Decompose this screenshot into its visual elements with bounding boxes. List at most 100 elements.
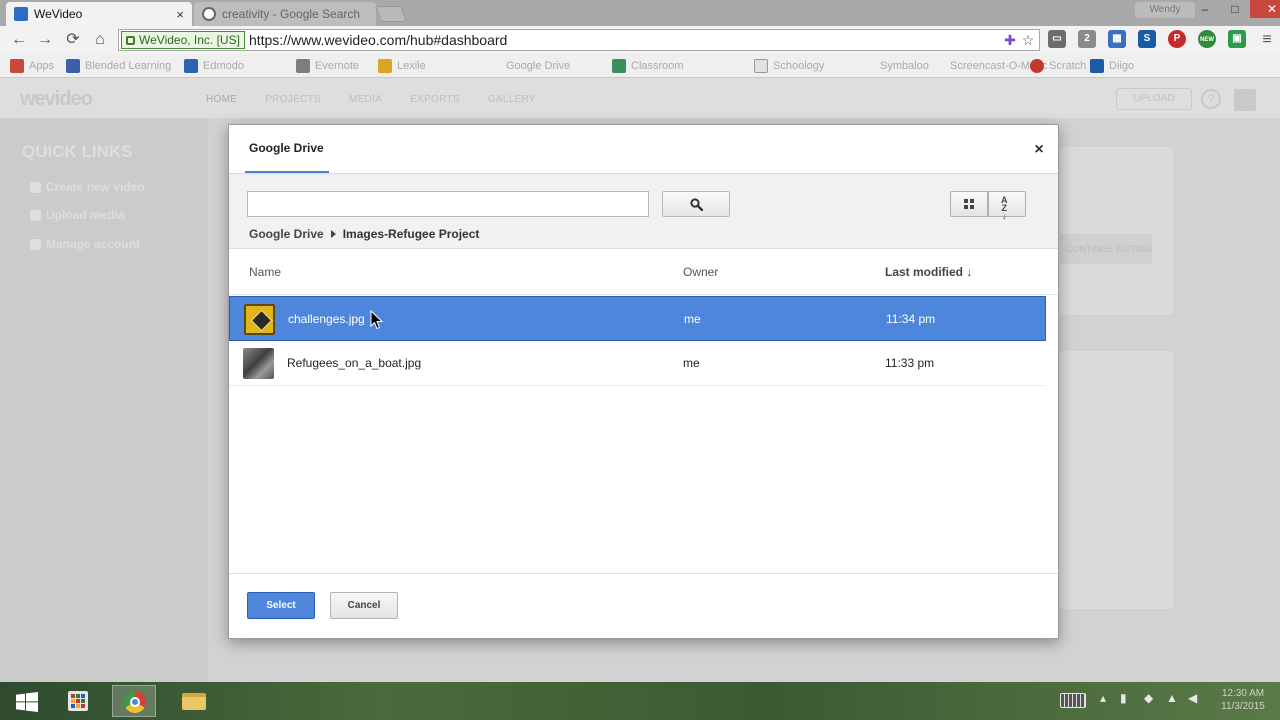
bookmark-item[interactable]: Classroom bbox=[612, 59, 684, 73]
tab-title: creativity - Google Search bbox=[222, 7, 361, 21]
bookmark-item[interactable]: Evernote bbox=[296, 59, 359, 73]
bookmark-item[interactable]: Lexile bbox=[378, 59, 426, 73]
network-bars-icon[interactable]: ▮ bbox=[1120, 691, 1127, 705]
nav-media[interactable]: MEDIA bbox=[349, 94, 382, 105]
window-controls: – □ ✕ bbox=[1190, 0, 1280, 18]
address-bar[interactable]: WeVideo, Inc. [US] https://www.wevideo.c… bbox=[118, 29, 1040, 51]
bookmark-item[interactable]: Google Drive bbox=[506, 59, 570, 73]
puzzle-extension-icon[interactable]: ✚ bbox=[1001, 32, 1019, 49]
keyboard-icon[interactable] bbox=[1060, 693, 1086, 708]
video-icon bbox=[30, 181, 41, 193]
breadcrumb: Google Drive Images-Refugee Project bbox=[249, 227, 479, 241]
tab-google-search[interactable]: creativity - Google Search bbox=[194, 2, 376, 26]
column-name[interactable]: Name bbox=[249, 265, 281, 279]
quick-link-account[interactable]: Manage account bbox=[30, 237, 140, 251]
taskbar-apps-button[interactable] bbox=[56, 685, 100, 717]
taskbar-explorer-button[interactable] bbox=[172, 685, 216, 717]
page-icon bbox=[754, 59, 768, 73]
cast-extension-icon[interactable]: ▭ bbox=[1048, 30, 1066, 48]
clock-time: 12:30 AM bbox=[1221, 688, 1265, 699]
quick-link-create[interactable]: Create new video bbox=[30, 180, 145, 194]
show-hidden-icons-icon[interactable]: ▴ bbox=[1100, 691, 1106, 705]
google-drive-dialog: Google Drive × A Z ↓ Google Drive Images-R… bbox=[228, 124, 1059, 639]
bookmark-item[interactable]: Blended Learning bbox=[66, 59, 171, 73]
bookmark-favicon-icon bbox=[184, 59, 198, 73]
bookmark-item[interactable]: Apps bbox=[10, 59, 54, 73]
column-last-modified[interactable]: Last modified ↓ bbox=[885, 265, 972, 279]
profile-button[interactable]: Wendy bbox=[1135, 2, 1195, 18]
cancel-button[interactable]: Cancel bbox=[330, 592, 398, 619]
forward-arrow-icon[interactable]: → bbox=[34, 30, 56, 50]
dialog-footer: Select Cancel bbox=[229, 573, 1058, 638]
search-input[interactable] bbox=[247, 191, 649, 217]
tab-strip: WeVideo × creativity - Google Search Wen… bbox=[0, 0, 1280, 26]
bookmark-item[interactable]: Scratch bbox=[1030, 59, 1086, 73]
classroom-extension-icon[interactable]: ▣ bbox=[1228, 30, 1246, 48]
home-icon[interactable]: ⌂ bbox=[89, 30, 111, 50]
folder-icon bbox=[182, 693, 206, 710]
wevideo-app-bar: wevideo HOME PROJECTS MEDIA EXPORTS GALL… bbox=[0, 78, 1280, 118]
grid-extension-icon[interactable]: ▦ bbox=[1108, 30, 1126, 48]
ev-security-badge[interactable]: WeVideo, Inc. [US] bbox=[121, 31, 245, 49]
nav-home[interactable]: HOME bbox=[206, 94, 237, 105]
new-badge: NEW bbox=[1200, 37, 1214, 43]
background-card bbox=[1058, 146, 1174, 316]
new-extension-icon[interactable]: NEW bbox=[1198, 30, 1216, 48]
tab-wevideo[interactable]: WeVideo × bbox=[6, 2, 192, 26]
continue-editing-button[interactable]: CONTINUE EDITING bbox=[1060, 234, 1152, 264]
table-row[interactable]: challenges.jpg me 11:34 pm bbox=[229, 296, 1046, 341]
sort-az-icon: A Z ↓ bbox=[1001, 195, 1008, 221]
upload-button[interactable]: UPLOAD bbox=[1116, 88, 1192, 110]
signal-icon[interactable]: ▲ bbox=[1166, 691, 1178, 705]
reload-icon[interactable]: ⟳ bbox=[62, 30, 84, 50]
volume-icon[interactable]: ◀ bbox=[1188, 691, 1197, 705]
wevideo-logo[interactable]: wevideo bbox=[20, 88, 93, 111]
shield-icon[interactable]: ◆ bbox=[1144, 691, 1153, 705]
column-owner[interactable]: Owner bbox=[683, 265, 718, 279]
file-name: Refugees_on_a_boat.jpg bbox=[287, 356, 422, 370]
s-extension-icon[interactable]: S bbox=[1138, 30, 1156, 48]
background-card bbox=[1058, 350, 1174, 610]
table-row[interactable]: Refugees_on_a_boat.jpg me 11:33 pm bbox=[229, 341, 1046, 386]
pinterest-extension-icon[interactable]: P bbox=[1168, 30, 1186, 48]
bookmark-item[interactable]: Symbaloo bbox=[880, 59, 929, 73]
minimize-button[interactable]: – bbox=[1190, 0, 1220, 18]
tab-close-icon[interactable]: × bbox=[176, 7, 184, 22]
bookmark-label: Evernote bbox=[315, 60, 360, 72]
help-icon[interactable]: ? bbox=[1201, 89, 1221, 109]
breadcrumb-root[interactable]: Google Drive bbox=[249, 227, 324, 241]
close-icon[interactable]: × bbox=[1030, 141, 1048, 159]
nav-gallery[interactable]: GALLERY bbox=[488, 94, 536, 105]
bookmark-star-icon[interactable]: ☆ bbox=[1019, 32, 1037, 49]
bookmark-favicon-icon bbox=[296, 59, 310, 73]
menu-hamburger-icon[interactable]: ≡ bbox=[1256, 30, 1278, 50]
back-arrow-icon[interactable]: ← bbox=[8, 30, 30, 50]
apps-grid-icon bbox=[68, 691, 88, 711]
system-clock[interactable]: 12:30 AM 11/3/2015 bbox=[1212, 687, 1274, 713]
url-text[interactable]: https://www.wevideo.com/hub#dashboard bbox=[249, 32, 507, 48]
bookmark-favicon-icon bbox=[1030, 59, 1044, 73]
close-window-button[interactable]: ✕ bbox=[1250, 0, 1280, 18]
bookmark-item[interactable]: Edmodo bbox=[184, 59, 244, 73]
new-tab-button[interactable] bbox=[375, 6, 407, 22]
bookmark-label: Schoology bbox=[773, 60, 825, 72]
avatar[interactable] bbox=[1234, 89, 1256, 111]
bookmark-favicon-icon bbox=[612, 59, 626, 73]
nav-exports[interactable]: EXPORTS bbox=[410, 94, 460, 105]
grid-view-button[interactable] bbox=[950, 191, 988, 217]
clock-date: 11/3/2015 bbox=[1221, 701, 1265, 712]
bookmark-item[interactable]: Schoology bbox=[754, 59, 824, 73]
windows-logo-icon bbox=[16, 692, 38, 712]
bell-extension-icon[interactable]: 2 bbox=[1078, 30, 1096, 48]
select-button[interactable]: Select bbox=[247, 592, 315, 619]
bookmark-item[interactable]: Diigo bbox=[1090, 59, 1134, 73]
maximize-button[interactable]: □ bbox=[1220, 0, 1250, 18]
bookmark-label: Edmodo bbox=[203, 60, 244, 72]
search-button[interactable] bbox=[662, 191, 730, 217]
sort-button[interactable]: A Z ↓ bbox=[988, 191, 1026, 221]
nav-projects[interactable]: PROJECTS bbox=[265, 94, 321, 105]
start-button[interactable] bbox=[4, 685, 48, 717]
taskbar-chrome-button[interactable] bbox=[112, 685, 156, 717]
bookmark-label: Diigo bbox=[1109, 60, 1135, 72]
quick-link-upload[interactable]: Upload media bbox=[30, 208, 125, 222]
